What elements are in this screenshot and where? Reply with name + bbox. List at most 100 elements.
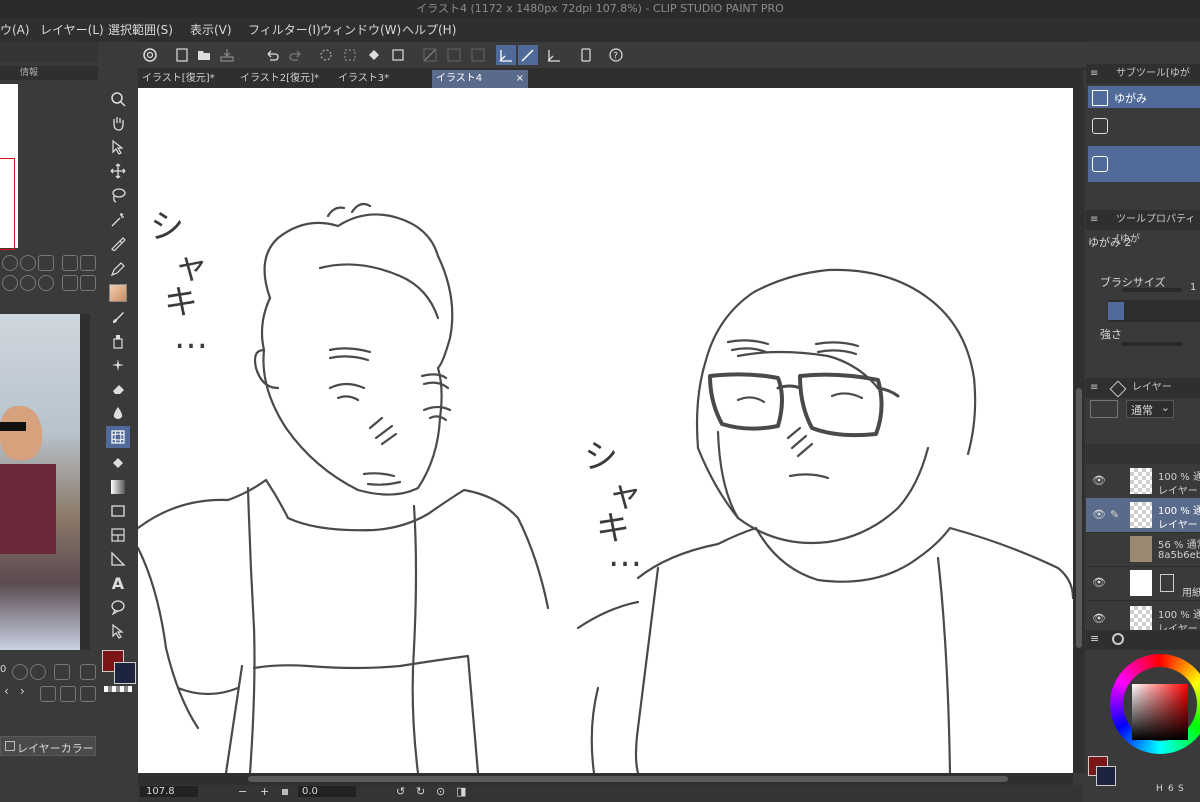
balloon-tool-icon[interactable] [106, 596, 130, 618]
hand-tool-icon[interactable] [106, 112, 130, 134]
menu-icon[interactable]: ≡ [1090, 378, 1098, 398]
brush-size-slider[interactable] [1122, 288, 1182, 292]
layer-row[interactable]: 👁 100 % 通 レイヤー [1086, 464, 1200, 499]
text-tool-icon[interactable]: A [106, 572, 130, 594]
stabilization-icon[interactable] [496, 45, 516, 65]
airbrush-tool-icon[interactable] [106, 330, 130, 352]
sub-tool-item-3[interactable] [1088, 146, 1200, 182]
next-icon[interactable]: › [20, 684, 25, 698]
canvas-h-scrollbar[interactable] [138, 773, 1073, 785]
actual-size-icon[interactable] [62, 255, 78, 271]
menu-item-layer[interactable]: レイヤー(L) [40, 18, 104, 42]
figure-tool-icon[interactable] [106, 500, 130, 522]
menu-icon[interactable]: ≡ [1090, 64, 1098, 84]
tab-illust-2[interactable]: イラスト2[復元]* [236, 70, 332, 88]
edit-icon[interactable] [60, 686, 76, 702]
zoom-in-button[interactable]: + [260, 785, 269, 798]
ref-zoom-out-icon[interactable] [12, 664, 28, 680]
ruler-tool-icon[interactable] [106, 548, 130, 570]
pen-tool-icon[interactable] [106, 258, 130, 280]
clear-icon[interactable] [316, 45, 336, 65]
sub-tool-item-liquify[interactable]: ゆがみ [1088, 86, 1200, 108]
hide-selection-icon[interactable] [420, 45, 440, 65]
sub-tool-item-2[interactable] [1088, 110, 1200, 144]
correct-line-tool-icon[interactable] [106, 620, 130, 642]
flip-button[interactable]: ◨ [456, 785, 466, 798]
blend-tool-icon[interactable] [106, 402, 130, 424]
zoom-tool-icon[interactable] [106, 88, 130, 110]
reference-scrollbar[interactable] [80, 314, 90, 650]
open-file-icon[interactable] [194, 45, 214, 65]
preset-active[interactable] [1108, 302, 1124, 320]
flip-horizontal-icon[interactable] [62, 275, 78, 291]
rotate-right-button[interactable]: ↻ [416, 785, 425, 798]
ref-fit-icon[interactable] [54, 664, 70, 680]
blend-mode-select[interactable]: 通常 ⌄ [1126, 400, 1174, 418]
menu-item-view[interactable]: 表示(V) [190, 18, 232, 42]
tab-illust-3[interactable]: イラスト3* [334, 70, 430, 88]
layer-row[interactable]: 56 % 通常 8a5b6eb [1086, 532, 1200, 567]
fit-window-icon[interactable] [80, 255, 96, 271]
zoom-out-icon[interactable] [2, 255, 18, 271]
pen-pressure-icon[interactable] [518, 45, 538, 65]
fit-icon[interactable] [38, 255, 54, 271]
ref-zoom-in-icon[interactable] [30, 664, 46, 680]
brush-size-presets[interactable] [1108, 300, 1200, 322]
strength-slider[interactable] [1122, 342, 1182, 346]
rotate-right-icon[interactable] [20, 275, 36, 291]
eye-icon[interactable]: 👁 [1092, 474, 1106, 487]
csp-logo-icon[interactable] [140, 45, 160, 65]
zoom-out-button[interactable]: − [238, 785, 247, 798]
rotate-left-icon[interactable] [2, 275, 18, 291]
eyedropper-icon[interactable] [80, 664, 96, 680]
panel-sub-color[interactable] [1096, 766, 1116, 786]
reset-rotation-icon[interactable] [38, 275, 54, 291]
clear-outside-icon[interactable] [340, 45, 360, 65]
layer-row-selected[interactable]: 👁 ✎ 100 % 通 レイヤー [1086, 498, 1200, 533]
snap-grid-icon[interactable] [468, 45, 488, 65]
fit-button[interactable] [282, 789, 288, 795]
flip-vertical-icon[interactable] [80, 275, 96, 291]
navigator-preview[interactable] [0, 84, 18, 250]
eye-icon[interactable]: 👁 [1092, 612, 1106, 625]
menu-icon[interactable]: ≡ [1090, 632, 1099, 645]
redo-icon[interactable] [286, 45, 306, 65]
tab-illust-4[interactable]: イラスト4 × [432, 70, 528, 88]
brush-tool-icon[interactable] [106, 306, 130, 328]
object-tool-icon[interactable] [106, 136, 130, 158]
menu-item-window[interactable]: ウィンドウ(W) [320, 18, 401, 42]
menu-item-filter[interactable]: フィルター(I) [248, 18, 321, 42]
menu-item-help[interactable]: ヘルプ(H) [402, 18, 456, 42]
sv-square[interactable] [1132, 684, 1188, 740]
gradient-tool-icon[interactable] [106, 476, 130, 498]
color-wheel[interactable] [1110, 654, 1200, 754]
reset-rotation-button[interactable]: ⊙ [436, 785, 445, 798]
lasso-tool-icon[interactable] [106, 184, 130, 206]
decoration-tool-icon[interactable] [106, 354, 130, 376]
close-icon[interactable]: × [516, 70, 524, 88]
pencil-tool-icon[interactable] [106, 282, 130, 304]
color-wheel-tab-icon[interactable] [1112, 633, 1124, 645]
frame-tool-icon[interactable] [106, 524, 130, 546]
eyedropper-tool-icon[interactable] [106, 232, 130, 254]
layer-row-paper[interactable]: 👁 用紙 [1086, 566, 1200, 601]
transparent-color-swatch[interactable] [104, 686, 132, 692]
move-tool-icon[interactable] [106, 160, 130, 182]
layer-color-selector[interactable] [1090, 400, 1118, 418]
menu-item-window-partial[interactable]: ウ(A) [0, 18, 30, 42]
zoom-field[interactable]: 107.8 [140, 786, 198, 797]
fill-selection-icon[interactable] [364, 45, 384, 65]
fill-tool-icon[interactable] [106, 452, 130, 474]
menu-icon[interactable]: ≡ [1090, 210, 1098, 230]
liquify-tool-icon[interactable] [106, 426, 130, 448]
canvas-v-scrollbar[interactable] [1073, 88, 1085, 773]
eye-icon[interactable]: 👁 [1092, 576, 1106, 589]
magic-wand-icon[interactable] [106, 208, 130, 230]
save-icon[interactable] [218, 45, 238, 65]
drawing-canvas[interactable]: シ ャ キ … シ ャ キ … [138, 88, 1073, 773]
eye-icon[interactable]: 👁 [1092, 508, 1106, 521]
info-tab[interactable]: 情報 [20, 66, 38, 80]
open-icon[interactable] [40, 686, 56, 702]
trash-icon[interactable] [80, 686, 96, 702]
layer-color-button[interactable]: レイヤーカラー [0, 736, 96, 756]
